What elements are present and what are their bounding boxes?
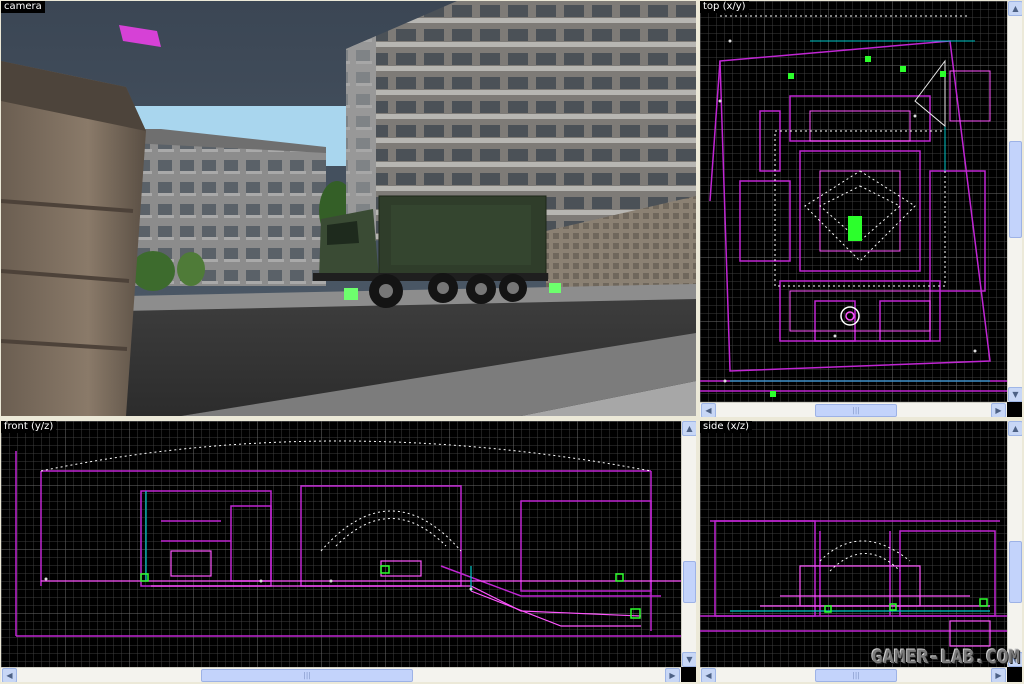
front-viewport-label: front (y/z) bbox=[1, 421, 57, 433]
scroll-up-button[interactable]: ▲ bbox=[682, 421, 696, 436]
top-view-grid bbox=[700, 1, 1007, 402]
side-viewport[interactable]: side (x/z) ▲ ▼ ◀ ||| ▶ bbox=[700, 421, 1022, 682]
scroll-thumb[interactable]: ||| bbox=[815, 404, 897, 417]
scroll-down-button[interactable]: ▼ bbox=[1008, 387, 1022, 402]
front-vertical-scrollbar[interactable]: ▲ ▼ bbox=[681, 421, 696, 667]
scroll-thumb[interactable] bbox=[1009, 541, 1022, 603]
camera-scene bbox=[1, 1, 696, 416]
scroll-thumb[interactable] bbox=[1009, 141, 1022, 238]
top-horizontal-scrollbar[interactable]: ◀ ||| ▶ bbox=[700, 402, 1007, 417]
scroll-thumb[interactable]: ||| bbox=[815, 669, 897, 682]
scroll-down-button[interactable]: ▼ bbox=[682, 652, 696, 667]
scroll-thumb[interactable] bbox=[683, 561, 696, 603]
scroll-left-button[interactable]: ◀ bbox=[701, 668, 716, 682]
camera-viewport-label: camera bbox=[1, 1, 45, 13]
side-viewport-label: side (x/z) bbox=[700, 421, 753, 433]
scroll-left-button[interactable]: ◀ bbox=[2, 668, 17, 682]
scroll-right-button[interactable]: ▶ bbox=[665, 668, 680, 682]
scroll-left-button[interactable]: ◀ bbox=[701, 403, 716, 417]
side-view-grid bbox=[700, 421, 1007, 667]
scroll-grip-icon: ||| bbox=[852, 671, 860, 679]
camera-viewport[interactable]: camera bbox=[1, 1, 696, 416]
scroll-grip-icon: ||| bbox=[852, 406, 860, 414]
front-viewport[interactable]: front (y/z) ▲ ▼ ◀ ||| ▶ bbox=[1, 421, 696, 682]
front-view-grid bbox=[1, 421, 681, 667]
scroll-up-button[interactable]: ▲ bbox=[1008, 421, 1022, 436]
side-vertical-scrollbar[interactable]: ▲ ▼ bbox=[1007, 421, 1022, 667]
scroll-thumb[interactable]: ||| bbox=[201, 669, 413, 682]
top-viewport-label: top (x/y) bbox=[700, 1, 749, 13]
scroll-up-button[interactable]: ▲ bbox=[1008, 1, 1022, 16]
scroll-grip-icon: ||| bbox=[303, 671, 311, 679]
front-horizontal-scrollbar[interactable]: ◀ ||| ▶ bbox=[1, 667, 681, 682]
top-viewport[interactable]: top (x/y) ▲ ▼ ◀ ||| ▶ bbox=[700, 1, 1022, 417]
side-horizontal-scrollbar[interactable]: ◀ ||| ▶ bbox=[700, 667, 1007, 682]
watermark-logo: GAMER-LAB.COM bbox=[871, 646, 1020, 668]
scroll-right-button[interactable]: ▶ bbox=[991, 668, 1006, 682]
scroll-right-button[interactable]: ▶ bbox=[991, 403, 1006, 417]
top-vertical-scrollbar[interactable]: ▲ ▼ bbox=[1007, 1, 1022, 402]
